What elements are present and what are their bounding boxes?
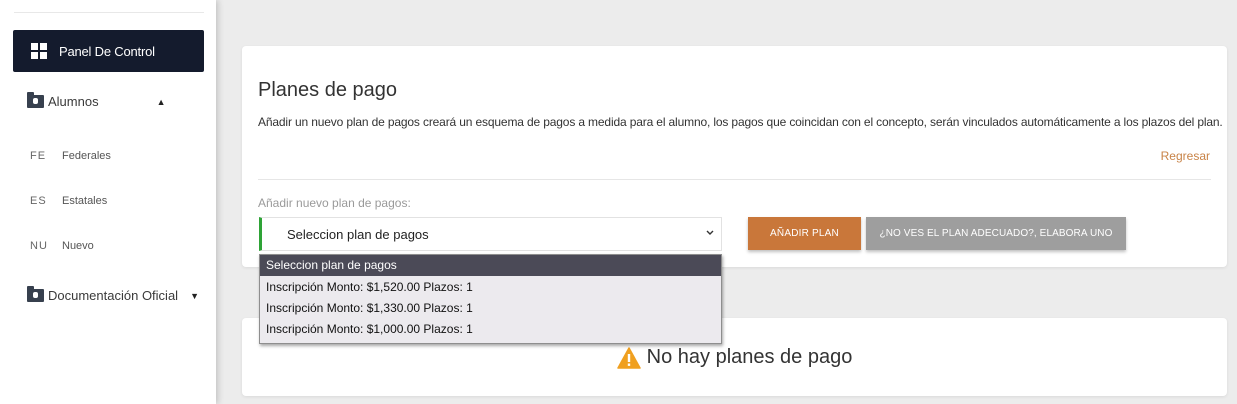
dropdown-option[interactable]: Inscripción Monto: $1,330.00 Plazos: 1: [260, 298, 721, 319]
chevron-down-icon: [706, 230, 714, 235]
sidebar-item-label: Panel De Control: [59, 43, 155, 59]
dropdown-option[interactable]: Inscripción Monto: $1,520.00 Plazos: 1: [260, 277, 721, 298]
plan-select[interactable]: Seleccion plan de pagos: [259, 217, 722, 251]
sidebar-subitem-nuevo[interactable]: NU Nuevo: [30, 240, 94, 252]
folder-account-icon: [27, 286, 44, 302]
sidebar-subitem-label: Federales: [62, 150, 111, 162]
dropdown-option[interactable]: Seleccion plan de pagos: [260, 255, 721, 276]
sidebar-item-label: Alumnos: [48, 94, 99, 109]
dashboard-icon: [31, 43, 47, 59]
sidebar-subitem-abbr: FE: [30, 150, 47, 162]
create-plan-button[interactable]: ¿NO VES EL PLAN ADECUADO?, ELABORA UNO: [866, 217, 1126, 250]
plan-select-label: Añadir nuevo plan de pagos:: [258, 196, 411, 210]
payment-plans-card: Planes de pago Añadir un nuevo plan de p…: [242, 46, 1227, 267]
sidebar-subitem-abbr: NU: [30, 240, 48, 252]
plan-select-value: Seleccion plan de pagos: [287, 226, 429, 242]
empty-state: No hay planes de pago: [242, 346, 1227, 369]
sidebar-item-documentacion-oficial[interactable]: Documentación Oficial ▼: [27, 286, 199, 303]
chevron-up-icon: ▲: [156, 96, 166, 107]
sidebar-subitem-label: Nuevo: [62, 240, 94, 252]
sidebar-subitem-estatales[interactable]: ES Estatales: [30, 195, 107, 207]
page-title: Planes de pago: [258, 79, 398, 101]
warning-icon: [616, 346, 641, 369]
sidebar-divider: [14, 12, 204, 13]
add-plan-button[interactable]: AÑADIR PLAN: [748, 217, 861, 250]
sidebar-subitem-federales[interactable]: FE Federales: [30, 150, 111, 162]
divider: [258, 179, 1211, 180]
sidebar-subitem-label: Estatales: [62, 195, 108, 207]
plan-select-dropdown: Seleccion plan de pagos Inscripción Mont…: [259, 254, 722, 344]
sidebar: Panel De Control Alumnos ▲ FE Federales …: [0, 0, 216, 404]
page-description: Añadir un nuevo plan de pagos creará un …: [258, 115, 1223, 129]
dropdown-option[interactable]: Inscripción Monto: $1,000.00 Plazos: 1: [260, 319, 721, 340]
sidebar-item-alumnos[interactable]: Alumnos ▲: [27, 92, 166, 109]
empty-state-message: No hay planes de pago: [646, 346, 853, 368]
folder-account-icon: [27, 92, 44, 108]
sidebar-item-panel-de-control[interactable]: Panel De Control: [13, 30, 204, 72]
sidebar-item-label: Documentación Oficial: [48, 288, 179, 303]
chevron-down-icon: ▼: [190, 290, 199, 301]
back-link[interactable]: Regresar: [1161, 149, 1210, 163]
sidebar-subitem-abbr: ES: [30, 195, 47, 207]
